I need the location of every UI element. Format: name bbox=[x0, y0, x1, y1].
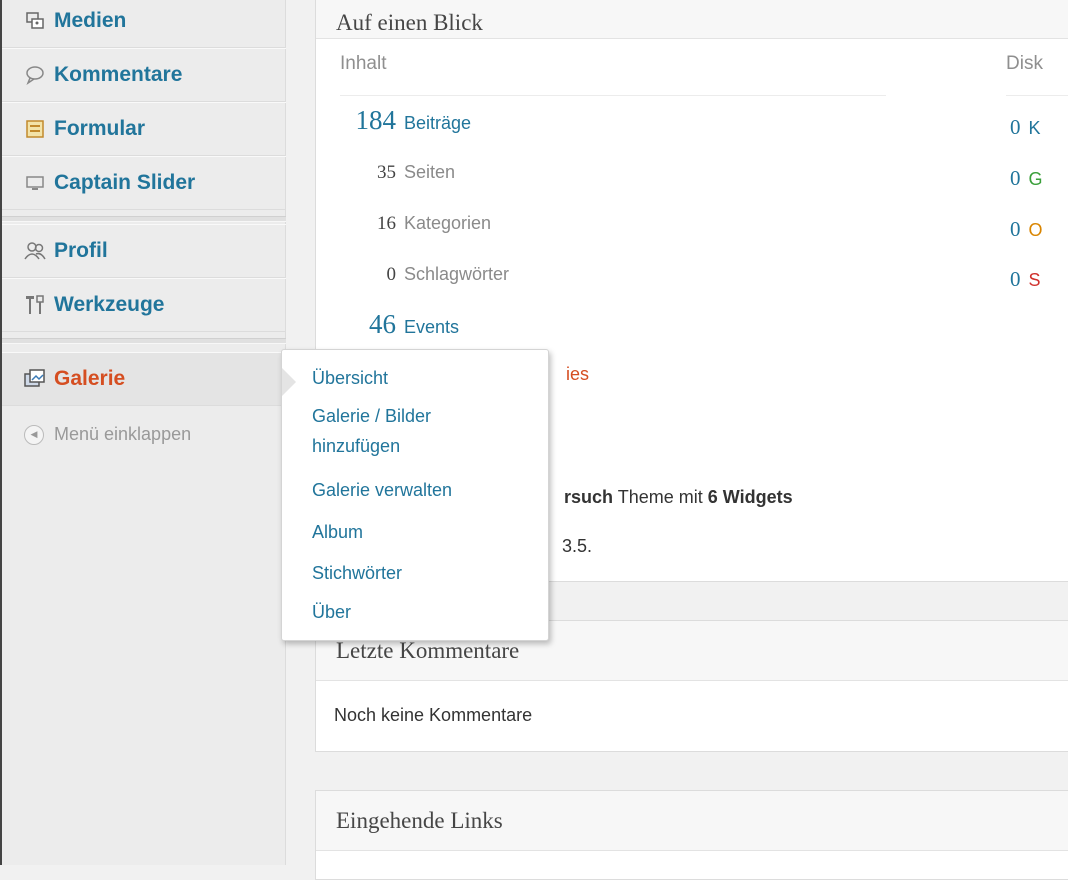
no-comments-text: Noch keine Kommentare bbox=[334, 705, 533, 725]
menu-separator bbox=[2, 216, 286, 222]
submenu-item-overview[interactable]: Übersicht bbox=[312, 365, 388, 391]
stat-count: 35 bbox=[377, 162, 396, 183]
tools-icon bbox=[24, 294, 46, 316]
gallery-icon bbox=[24, 368, 46, 390]
divider bbox=[1006, 95, 1068, 96]
submenu-item-add-gallery-cont[interactable]: hinzufügen bbox=[312, 433, 400, 459]
stat-count: 0 bbox=[386, 264, 397, 285]
sidebar-item-werkzeuge[interactable]: Werkzeuge bbox=[2, 278, 286, 332]
widget-title: Eingehende Links bbox=[316, 791, 1068, 851]
discussion-label: G bbox=[1028, 169, 1043, 189]
discussion-count: 0 bbox=[1010, 217, 1021, 241]
incoming-links-widget: Eingehende Links bbox=[315, 790, 1068, 880]
admin-sidebar: Medien Kommentare Formular Captain Slide… bbox=[0, 0, 286, 865]
stat-row-categories[interactable]: 16 Kategorien bbox=[336, 213, 491, 235]
sidebar-item-label: Medien bbox=[54, 9, 127, 32]
sidebar-item-label: Werkzeuge bbox=[54, 293, 165, 316]
sidebar-item-label: Galerie bbox=[54, 367, 126, 390]
widget-count: 6 Widgets bbox=[707, 487, 793, 507]
form-icon bbox=[24, 118, 46, 140]
sidebar-item-profil[interactable]: Profil bbox=[2, 224, 286, 278]
collapse-menu-label: Menü einklappen bbox=[54, 424, 192, 444]
sidebar-item-label: Captain Slider bbox=[54, 171, 196, 194]
stat-row-pages[interactable]: 35 Seiten bbox=[336, 162, 455, 184]
sidebar-item-captain-slider[interactable]: Captain Slider bbox=[2, 156, 286, 210]
discussion-row[interactable]: 0 G bbox=[1010, 166, 1043, 191]
stat-row-events[interactable]: 46 Events bbox=[336, 309, 459, 340]
discussion-column-title: Disk bbox=[1006, 53, 1043, 74]
gallery-submenu: Übersicht Galerie / Bilder hinzufügen Ga… bbox=[281, 349, 549, 641]
sidebar-item-kommentare[interactable]: Kommentare bbox=[2, 48, 286, 102]
discussion-count: 0 bbox=[1010, 166, 1021, 190]
stat-label: Events bbox=[404, 317, 460, 337]
sidebar-item-galerie[interactable]: Galerie bbox=[2, 352, 286, 406]
theme-info: rsuch Theme mit 6 Widgets bbox=[564, 487, 793, 508]
sidebar-item-label: Formular bbox=[54, 117, 146, 140]
discussion-row[interactable]: 0 K bbox=[1010, 115, 1041, 140]
discussion-label: S bbox=[1028, 270, 1041, 290]
slider-icon bbox=[24, 172, 46, 194]
stat-row-tags[interactable]: 0 Schlagwörter bbox=[336, 264, 510, 286]
stat-label: Kategorien bbox=[404, 213, 492, 233]
submenu-item-tags[interactable]: Stichwörter bbox=[312, 560, 402, 586]
sidebar-item-label: Profil bbox=[54, 239, 108, 262]
divider bbox=[340, 95, 886, 96]
stat-label: Schlagwörter bbox=[404, 264, 510, 284]
stat-count: 16 bbox=[377, 213, 396, 234]
discussion-count: 0 bbox=[1010, 267, 1021, 291]
submenu-item-add-gallery[interactable]: Galerie / Bilder bbox=[312, 403, 431, 429]
theme-text: Theme mit bbox=[613, 487, 708, 507]
profile-icon bbox=[24, 240, 46, 262]
media-icon bbox=[24, 10, 46, 32]
comment-icon bbox=[24, 64, 46, 86]
submenu-item-album[interactable]: Album bbox=[312, 519, 363, 545]
widget-title: Auf einen Blick bbox=[316, 0, 1068, 39]
discussion-row[interactable]: 0 O bbox=[1010, 217, 1043, 242]
collapse-menu-button[interactable]: ◀ Menü einklappen bbox=[24, 424, 191, 445]
stat-label: Beiträge bbox=[404, 113, 472, 133]
stat-label: Seiten bbox=[404, 162, 456, 182]
content-column-title: Inhalt bbox=[340, 53, 387, 74]
gallery-stat-partial: ies bbox=[566, 364, 590, 384]
sidebar-item-formular[interactable]: Formular bbox=[2, 102, 286, 156]
menu-separator bbox=[2, 338, 286, 344]
collapse-arrow-icon: ◀ bbox=[24, 424, 44, 445]
discussion-label: O bbox=[1028, 220, 1043, 240]
discussion-count: 0 bbox=[1010, 115, 1021, 139]
submenu-item-manage-gallery[interactable]: Galerie verwalten bbox=[312, 477, 452, 503]
flyout-arrow bbox=[282, 368, 296, 396]
sidebar-item-label: Kommentare bbox=[54, 63, 183, 86]
version-info: 3.5. bbox=[562, 536, 593, 556]
stat-count: 184 bbox=[355, 105, 397, 135]
sidebar-item-medien[interactable]: Medien bbox=[2, 0, 286, 48]
discussion-label: K bbox=[1028, 118, 1041, 138]
submenu-item-about[interactable]: Über bbox=[312, 599, 351, 625]
stat-count: 46 bbox=[369, 309, 396, 339]
discussion-row[interactable]: 0 S bbox=[1010, 267, 1041, 292]
stat-row-posts[interactable]: 184 Beiträge bbox=[336, 105, 472, 136]
theme-name-partial: rsuch bbox=[564, 487, 614, 507]
